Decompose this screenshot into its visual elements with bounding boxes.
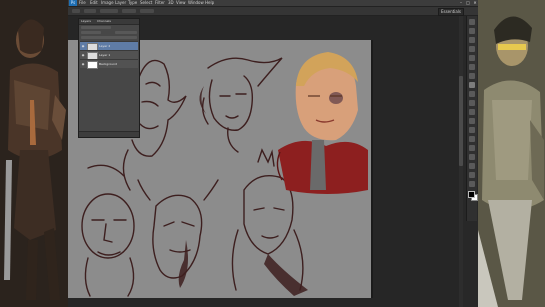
layer-thumbnail	[87, 61, 98, 69]
menu-edit[interactable]: Edit	[90, 0, 98, 6]
eyedropper-tool-icon[interactable]	[469, 64, 475, 70]
layer-name: Layer 2	[99, 44, 111, 48]
move-tool-icon[interactable]	[469, 19, 475, 25]
blend-mode-dropdown[interactable]	[81, 31, 101, 34]
gradient-tool-icon[interactable]	[469, 118, 475, 124]
menu-type[interactable]: Type	[128, 0, 137, 6]
menu-file[interactable]: File	[79, 0, 86, 6]
path-select-tool-icon[interactable]	[469, 163, 475, 169]
layer-name: Layer 1	[99, 53, 111, 57]
brush-size-picker[interactable]	[84, 9, 96, 13]
quick-select-tool-icon[interactable]	[469, 46, 475, 52]
layers-panel: Layers Channels ◉ Layer 2 ◉ Layer 1 ◉ Ba…	[78, 18, 140, 138]
menu-filter[interactable]: Filter	[155, 0, 165, 6]
layer-row-1[interactable]: ◉ Layer 1	[80, 50, 138, 60]
history-brush-tool-icon[interactable]	[469, 100, 475, 106]
brush-tool-icon[interactable]	[469, 82, 475, 88]
pen-tool-icon[interactable]	[469, 145, 475, 151]
layer-row-background[interactable]: ◉ Background	[80, 59, 138, 69]
photoshop-window: Ps File Edit Image Layer Type Select Fil…	[68, 0, 478, 307]
eraser-tool-icon[interactable]	[469, 109, 475, 115]
layers-panel-tabs: Layers Channels	[79, 19, 139, 25]
armored-figure	[478, 0, 545, 307]
lock-row[interactable]	[81, 36, 137, 39]
type-tool-icon[interactable]	[469, 154, 475, 160]
menu-bar: Ps File Edit Image Layer Type Select Fil…	[68, 0, 478, 7]
layer-row-2[interactable]: ◉ Layer 2	[80, 41, 138, 51]
menu-help[interactable]: Help	[205, 0, 214, 6]
blur-tool-icon[interactable]	[469, 127, 475, 133]
opacity-input[interactable]	[115, 31, 137, 34]
tab-layers[interactable]: Layers	[81, 19, 91, 24]
shape-tool-icon[interactable]	[469, 172, 475, 178]
vertical-scrollbar[interactable]	[459, 16, 463, 307]
options-bar: Essentials	[68, 7, 478, 16]
healing-tool-icon[interactable]	[469, 73, 475, 79]
marquee-tool-icon[interactable]	[469, 28, 475, 34]
dodge-tool-icon[interactable]	[469, 136, 475, 142]
eye-icon[interactable]: ◉	[81, 53, 85, 57]
eye-icon[interactable]: ◉	[81, 62, 85, 66]
left-reference-art	[0, 0, 68, 307]
opacity-field[interactable]	[122, 9, 136, 13]
layer-filter-select[interactable]	[81, 26, 111, 29]
layers-panel-footer[interactable]	[79, 131, 139, 137]
lasso-tool-icon[interactable]	[469, 37, 475, 43]
tab-channels[interactable]: Channels	[97, 19, 111, 24]
ps-logo-icon: Ps	[69, 0, 77, 6]
menu-select[interactable]: Select	[140, 0, 152, 6]
blend-mode-select[interactable]	[100, 9, 118, 13]
foreground-color-swatch[interactable]	[468, 191, 475, 198]
eye-icon[interactable]: ◉	[81, 44, 85, 48]
menu-view[interactable]: View	[176, 0, 186, 6]
menu-3d[interactable]: 3D	[168, 0, 174, 6]
minimize-button[interactable]: –	[458, 0, 464, 6]
clone-stamp-tool-icon[interactable]	[469, 91, 475, 97]
armored-warrior-figure	[0, 0, 68, 307]
zoom-tool-icon[interactable]	[469, 181, 475, 187]
right-reference-art	[478, 0, 545, 307]
crop-tool-icon[interactable]	[469, 55, 475, 61]
flow-field[interactable]	[140, 9, 154, 13]
scrollbar-thumb[interactable]	[459, 76, 463, 166]
tools-panel	[466, 16, 478, 221]
workspace-switcher[interactable]: Essentials	[437, 8, 464, 16]
layer-name: Background	[99, 62, 117, 66]
colored-portrait	[276, 52, 368, 194]
canvas-edge-shadow	[371, 40, 373, 298]
menu-layer[interactable]: Layer	[115, 0, 126, 6]
menu-window[interactable]: Window	[188, 0, 204, 6]
menu-image[interactable]: Image	[101, 0, 114, 6]
maximize-button[interactable]: □	[465, 0, 471, 6]
tool-preset-picker[interactable]	[72, 9, 80, 13]
